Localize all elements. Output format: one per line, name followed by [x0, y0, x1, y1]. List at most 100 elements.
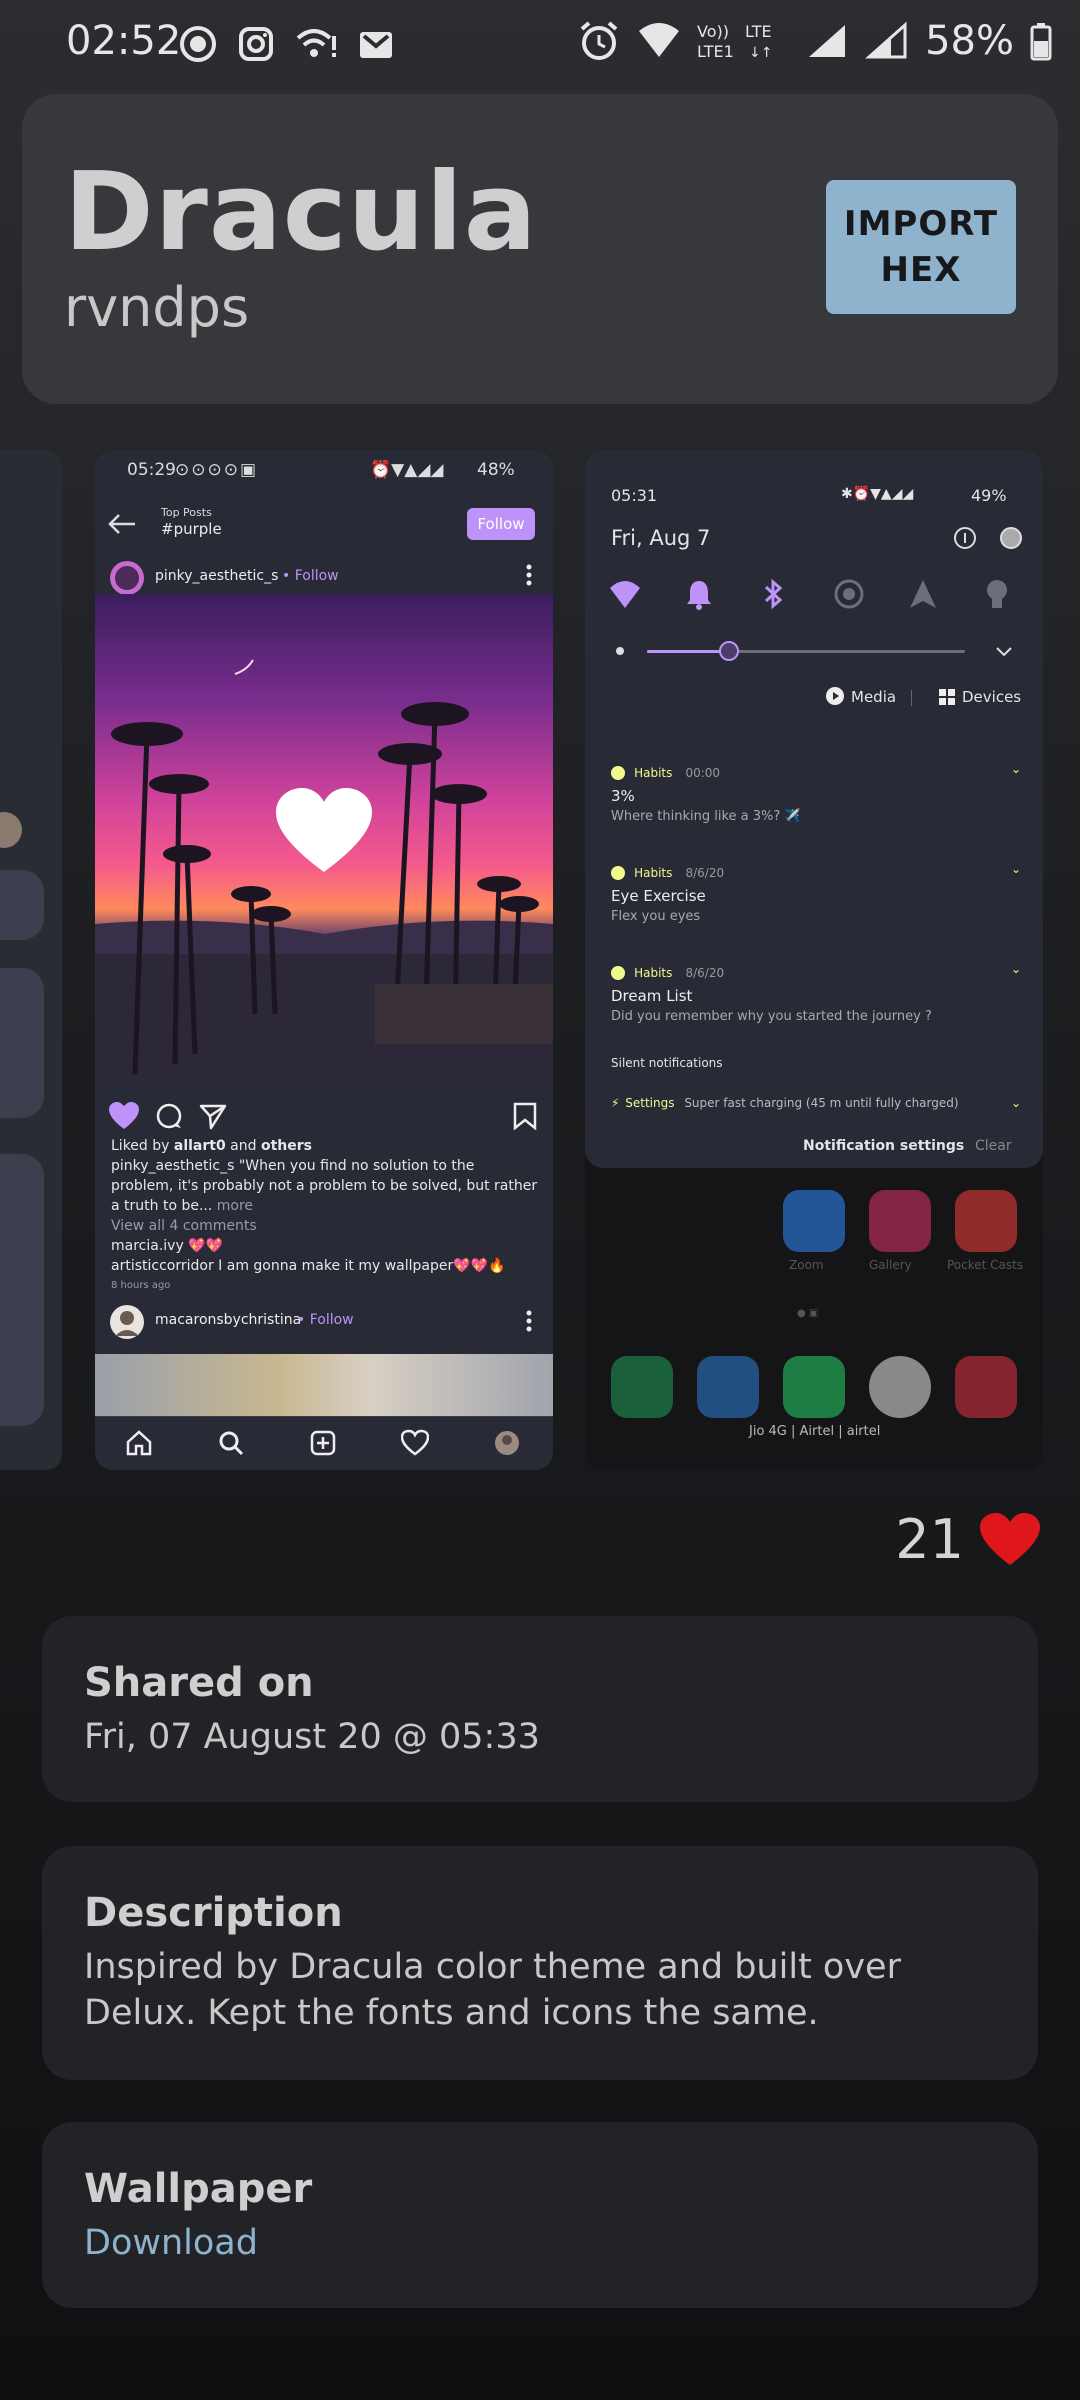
- wallpaper-download-link[interactable]: Download: [84, 2220, 1004, 2266]
- post-username: pinky_aesthetic_s: [155, 568, 279, 584]
- signal-icon-2: [865, 21, 907, 59]
- notification-item: Habits 8/6/20 ⌄ Eye Exercise Flex you ey…: [611, 862, 1021, 924]
- import-hex-label: IMPORT HEX: [843, 204, 999, 290]
- preview-status-right-icons: ⏰▼▲◢◢: [370, 460, 444, 480]
- home-app-label: Gallery: [869, 1258, 912, 1272]
- home-app-label: Pocket Casts: [947, 1258, 1024, 1272]
- screenshot-preview-notifications[interactable]: 05:31 ✱⏰▼▲◢◢ 49% Fri, Aug 7 Media Device…: [585, 450, 1043, 1470]
- battery-icon: [1030, 23, 1052, 61]
- wifi-alert-icon: [296, 29, 336, 57]
- habits-app-icon: [611, 965, 625, 980]
- more-options-icon: [526, 564, 532, 586]
- comment-1: marcia.ivy 💖💖: [111, 1238, 224, 1254]
- activity-heart-icon: [401, 1429, 429, 1456]
- next-post-username: macaronsbychristina: [155, 1312, 302, 1328]
- post-time-ago: 8 hours ago: [111, 1280, 171, 1291]
- whatsapp-app-icon: [783, 1356, 845, 1418]
- preview-follow-button: Follow: [467, 508, 535, 540]
- clear-button: Clear: [975, 1138, 1012, 1154]
- preview-bottom-nav: [95, 1416, 553, 1470]
- info-icon: [954, 527, 976, 549]
- notif-app: Habits: [634, 966, 673, 980]
- brightness-icon: [616, 647, 624, 655]
- hotspot-toggle-icon: [834, 579, 864, 609]
- shade-status-icons: ✱⏰▼▲◢◢: [841, 486, 914, 502]
- preview-status-bar: 05:29 ⊙⊙⊙⊙▣ ⏰▼▲◢◢ 48%: [95, 450, 553, 490]
- habits-app-icon: [611, 865, 625, 880]
- notification-shade: 05:31 ✱⏰▼▲◢◢ 49% Fri, Aug 7 Media Device…: [585, 450, 1043, 1168]
- more-options-icon: [526, 1310, 532, 1332]
- pocket-casts-app-icon: [955, 1190, 1017, 1252]
- page-indicator: ● ▣: [797, 1308, 819, 1319]
- notif-time: 8/6/20: [685, 966, 725, 980]
- theme-author[interactable]: rvndps: [64, 276, 249, 339]
- settings-notification: ⚡ Settings Super fast charging (45 m unt…: [611, 1096, 1021, 1110]
- wifi-toggle-icon: [610, 581, 640, 608]
- zoom-app-icon: [783, 1190, 845, 1252]
- wifi-icon: [639, 23, 680, 57]
- svg-text:Vo)): Vo)): [697, 22, 729, 41]
- phone-app-icon: [611, 1356, 673, 1418]
- top-posts-label: Top Posts: [161, 506, 212, 519]
- home-app-label: Zoom: [789, 1258, 824, 1272]
- chrome-app-icon: [869, 1356, 931, 1418]
- silent-notifications-label: Silent notifications: [611, 1056, 723, 1070]
- description-card: Description Inspired by Dracula color th…: [42, 1846, 1038, 2080]
- smiley-notification-icon: [180, 26, 216, 62]
- screenshot-preview-previous[interactable]: [0, 450, 62, 1470]
- svg-text:LTE1: LTE1: [697, 42, 734, 61]
- shared-on-value: Fri, 07 August 20 @ 05:33: [84, 1717, 540, 1757]
- instagram-icon: [239, 27, 273, 61]
- devices-label: Devices: [962, 688, 1022, 706]
- comment-2: artisticcorridor I am gonna make it my w…: [111, 1258, 506, 1274]
- devices-grid-icon: [939, 689, 955, 705]
- battery-percent: 58%: [925, 18, 1014, 64]
- notif-time: 00:00: [685, 766, 721, 780]
- screenshot-preview-instagram[interactable]: 05:29 ⊙⊙⊙⊙▣ ⏰▼▲◢◢ 48% Top Posts #purple …: [95, 450, 553, 1470]
- notif-app: Habits: [634, 766, 673, 780]
- notification-settings-button: Notification settings: [803, 1138, 965, 1154]
- next-post-avatar: [110, 1305, 144, 1339]
- heart-icon[interactable]: [980, 1512, 1040, 1567]
- theme-header-card: Dracula rvndps IMPORT HEX: [22, 94, 1058, 404]
- preview-status-time: 05:29: [127, 460, 176, 480]
- partial-card: [0, 870, 44, 940]
- status-time: 02:52: [66, 18, 182, 64]
- brightness-slider-fill: [647, 650, 729, 653]
- partial-card: [0, 1154, 44, 1426]
- likes-counter[interactable]: 21: [895, 1508, 1040, 1571]
- post-follow-link: • Follow: [282, 568, 339, 584]
- description-title: Description: [84, 1890, 343, 1936]
- liked-by-line: Liked by allart0 and others: [111, 1138, 312, 1154]
- alarm-icon: [580, 21, 618, 60]
- next-post-header: macaronsbychristina • Follow: [95, 1304, 553, 1344]
- settings-app-label: Settings: [625, 1096, 675, 1110]
- volte-lte-icon: Vo))LTE1 LTE ↓↑: [697, 22, 772, 61]
- home-icon: [126, 1430, 152, 1456]
- notif-app: Habits: [634, 866, 673, 880]
- notif-body: Did you remember why you started the jou…: [611, 1009, 932, 1024]
- gallery-app-icon: [869, 1190, 931, 1252]
- settings-notif-text: Super fast charging (45 m until fully ch…: [684, 1096, 959, 1110]
- wallpaper-card: Wallpaper Download: [42, 2122, 1038, 2308]
- search-icon: [219, 1431, 244, 1456]
- notif-body: Flex you eyes: [611, 909, 701, 924]
- post-caption-block: Liked by allart0 and others pinky_aesthe…: [111, 1136, 541, 1296]
- notif-body: Where thinking like a 3%? ✈️: [611, 809, 801, 824]
- theme-title: Dracula: [64, 150, 538, 275]
- next-post-photo: [95, 1354, 553, 1416]
- preview-status-icons: ⊙⊙⊙⊙▣: [175, 460, 259, 480]
- habits-app-icon: [611, 765, 625, 780]
- post-actions: [95, 1090, 553, 1140]
- shade-date: Fri, Aug 7: [611, 526, 711, 550]
- media-label: Media: [851, 688, 897, 706]
- post-avatar: [110, 561, 144, 595]
- chevron-down-icon: ⌄: [1010, 762, 1021, 776]
- import-hex-button[interactable]: IMPORT HEX: [826, 180, 1016, 314]
- notif-title: Eye Exercise: [611, 887, 706, 905]
- chevron-down-icon: ⌄: [1010, 1096, 1021, 1110]
- bookmark-icon: [513, 1102, 537, 1130]
- chevron-down-icon: ⌄: [1010, 962, 1021, 976]
- description-value: Inspired by Dracula color theme and buil…: [84, 1947, 901, 2033]
- like-heart-overlay-icon: [276, 788, 372, 872]
